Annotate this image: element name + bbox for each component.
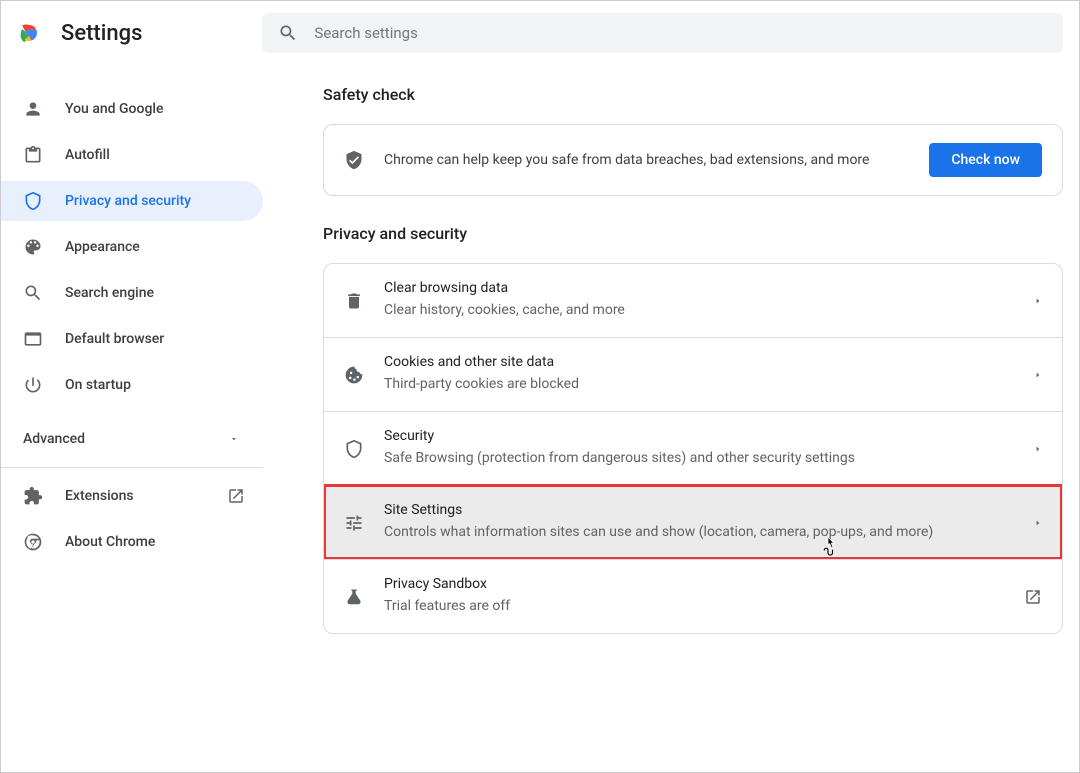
chevron-down-icon: [229, 434, 239, 444]
clear-browsing-data-item[interactable]: Clear browsing data Clear history, cooki…: [324, 264, 1062, 337]
sidebar-item-about-chrome[interactable]: About Chrome: [1, 522, 263, 562]
cookie-icon: [344, 365, 364, 385]
chrome-logo-icon: [17, 21, 41, 45]
sidebar-item-extensions[interactable]: Extensions: [1, 476, 263, 516]
sidebar-item-label: Autofill: [65, 147, 110, 163]
sidebar-item-privacy-security[interactable]: Privacy and security: [1, 181, 263, 221]
sidebar-item-label: On startup: [65, 377, 131, 393]
sidebar-item-label: Default browser: [65, 331, 164, 347]
chrome-icon: [23, 532, 43, 552]
item-title: Cookies and other site data: [384, 354, 1014, 370]
sidebar-item-label: Extensions: [65, 488, 205, 504]
flask-icon: [344, 587, 364, 607]
palette-icon: [23, 237, 43, 257]
cookies-item[interactable]: Cookies and other site data Third-party …: [324, 337, 1062, 411]
item-subtitle: Trial features are off: [384, 596, 1004, 617]
sidebar-item-on-startup[interactable]: On startup: [1, 365, 263, 405]
item-subtitle: Safe Browsing (protection from dangerous…: [384, 448, 1014, 469]
chevron-right-icon: [1034, 371, 1042, 379]
search-box[interactable]: [262, 13, 1063, 53]
main-content: Safety check Chrome can help keep you sa…: [263, 65, 1079, 772]
sidebar-item-label: Search engine: [65, 285, 154, 301]
safety-check-card: Chrome can help keep you safe from data …: [323, 124, 1063, 196]
power-icon: [23, 375, 43, 395]
safety-check-title: Safety check: [323, 85, 1063, 104]
shield-icon: [23, 191, 43, 211]
safety-check-text: Chrome can help keep you safe from data …: [384, 150, 909, 171]
item-subtitle: Controls what information sites can use …: [384, 522, 1014, 543]
check-now-button[interactable]: Check now: [929, 143, 1042, 177]
divider: [1, 467, 263, 468]
browser-icon: [23, 329, 43, 349]
tune-icon: [344, 513, 364, 533]
security-item[interactable]: Security Safe Browsing (protection from …: [324, 411, 1062, 485]
trash-icon: [344, 291, 364, 311]
item-title: Site Settings: [384, 502, 1014, 518]
privacy-sandbox-item[interactable]: Privacy Sandbox Trial features are off: [324, 559, 1062, 633]
search-icon: [23, 283, 43, 303]
sidebar-item-appearance[interactable]: Appearance: [1, 227, 263, 267]
sidebar-item-search-engine[interactable]: Search engine: [1, 273, 263, 313]
sidebar-item-label: Appearance: [65, 239, 140, 255]
person-icon: [23, 99, 43, 119]
sidebar: You and Google Autofill Privacy and secu…: [1, 65, 263, 772]
shield-check-icon: [344, 150, 364, 170]
item-subtitle: Third-party cookies are blocked: [384, 374, 1014, 395]
external-link-icon: [227, 487, 245, 505]
advanced-label: Advanced: [23, 431, 85, 447]
page-title: Settings: [61, 21, 142, 46]
site-settings-item[interactable]: Site Settings Controls what information …: [324, 485, 1062, 559]
search-input[interactable]: [314, 24, 1047, 42]
sidebar-item-default-browser[interactable]: Default browser: [1, 319, 263, 359]
chevron-right-icon: [1034, 519, 1042, 527]
clipboard-icon: [23, 145, 43, 165]
item-subtitle: Clear history, cookies, cache, and more: [384, 300, 1014, 321]
external-link-icon: [1024, 588, 1042, 606]
sidebar-item-you-and-google[interactable]: You and Google: [1, 89, 263, 129]
shield-icon: [344, 439, 364, 459]
chevron-right-icon: [1034, 445, 1042, 453]
search-icon: [278, 23, 298, 43]
item-title: Privacy Sandbox: [384, 576, 1004, 592]
privacy-card: Clear browsing data Clear history, cooki…: [323, 263, 1063, 634]
sidebar-item-label: Privacy and security: [65, 193, 191, 209]
advanced-toggle[interactable]: Advanced: [1, 419, 263, 459]
sidebar-item-label: You and Google: [65, 101, 163, 117]
chevron-right-icon: [1034, 297, 1042, 305]
item-title: Security: [384, 428, 1014, 444]
sidebar-item-autofill[interactable]: Autofill: [1, 135, 263, 175]
privacy-section-title: Privacy and security: [323, 224, 1063, 243]
extension-icon: [23, 486, 43, 506]
sidebar-item-label: About Chrome: [65, 534, 245, 550]
header: Settings: [1, 1, 1079, 65]
item-title: Clear browsing data: [384, 280, 1014, 296]
